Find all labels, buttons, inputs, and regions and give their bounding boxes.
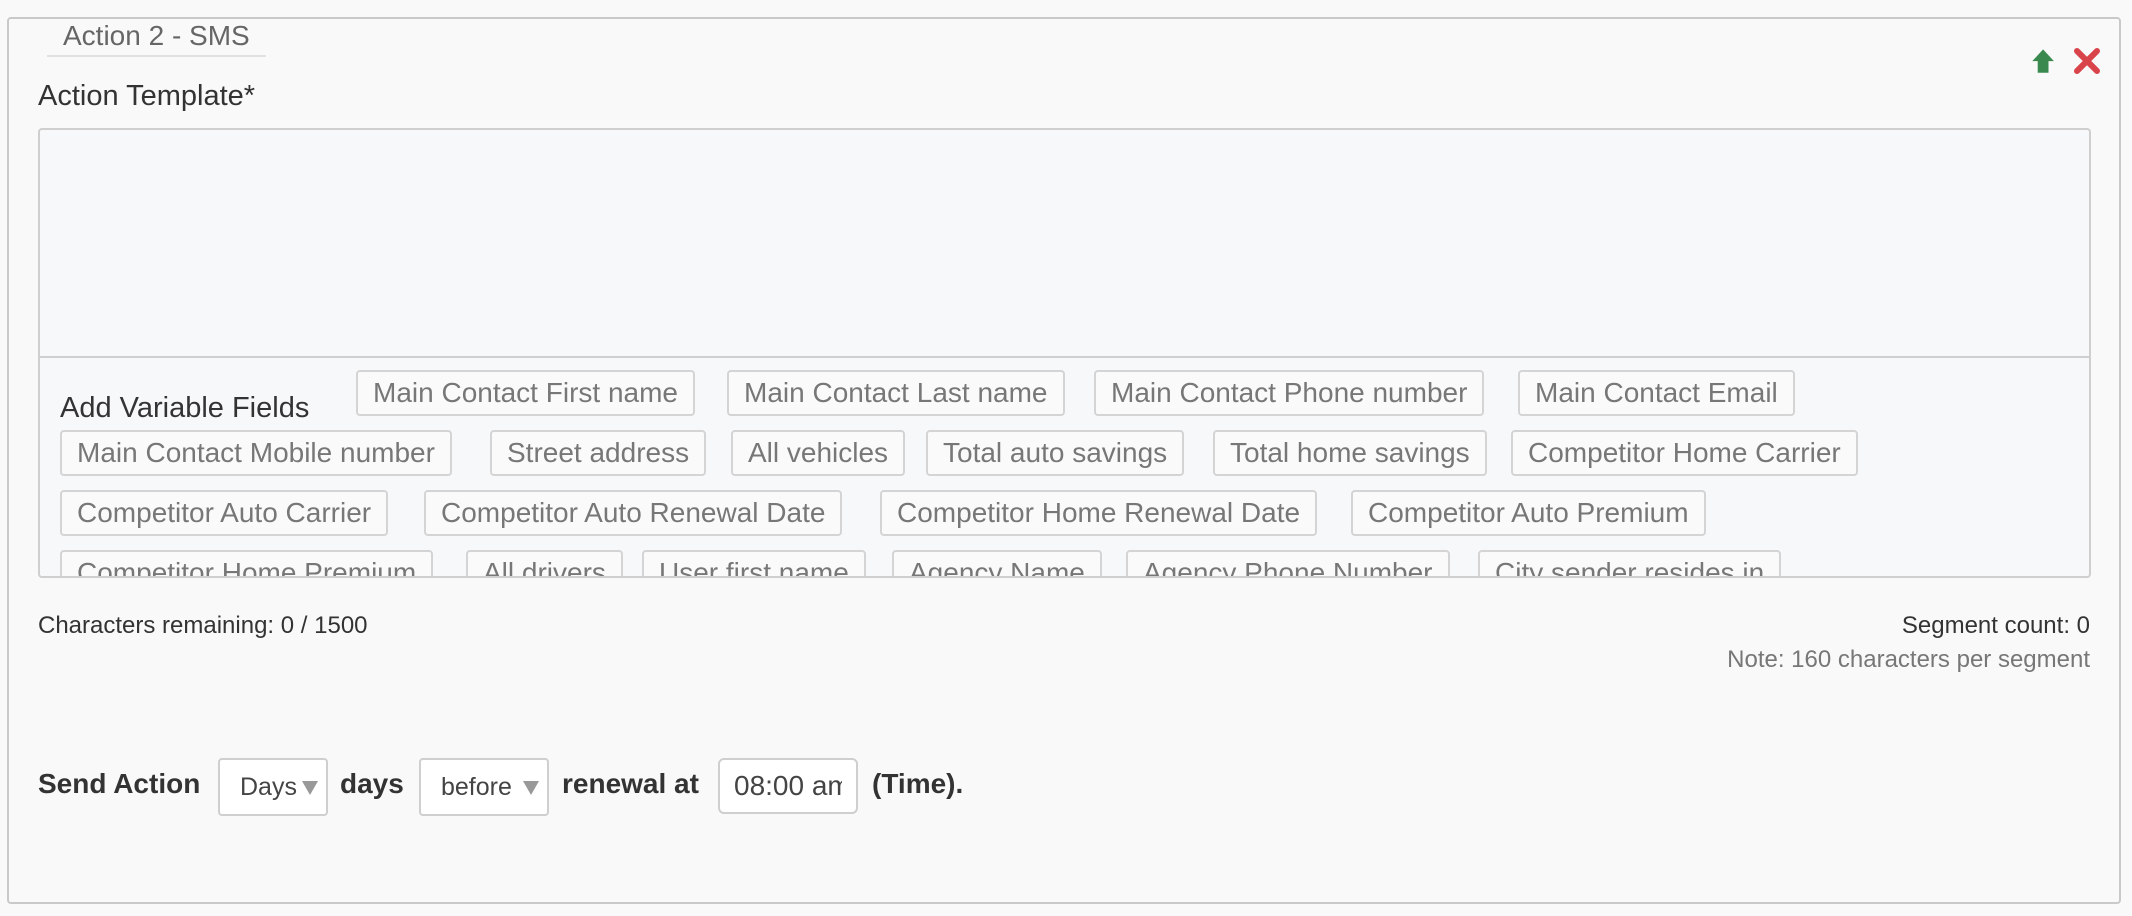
variable-chip[interactable]: Main Contact First name	[356, 370, 695, 416]
variable-fields-label: Add Variable Fields	[60, 392, 310, 424]
close-icon[interactable]	[2070, 44, 2104, 78]
variable-chip[interactable]: User first name	[642, 550, 866, 576]
segment-count: Segment count: 0	[1901, 612, 2090, 639]
variable-chip[interactable]: Competitor Home Carrier	[1511, 430, 1858, 476]
chevron-down-icon	[302, 781, 318, 795]
variable-chip[interactable]: Competitor Home Renewal Date	[880, 490, 1318, 536]
send-action-label: Send Action	[38, 768, 201, 799]
variable-chip[interactable]: Total auto savings	[926, 430, 1185, 476]
variable-chip[interactable]: Competitor Auto Renewal Date	[424, 490, 843, 536]
variable-chip[interactable]: Main Contact Email	[1518, 370, 1795, 416]
when-select-value: before	[441, 773, 512, 801]
variable-chip[interactable]: Competitor Auto Carrier	[60, 490, 389, 536]
time-suffix: (Time).	[872, 768, 964, 799]
chevron-down-icon	[523, 781, 539, 795]
variable-chip[interactable]: Total home savings	[1213, 430, 1487, 476]
variable-chip[interactable]: Main Contact Mobile number	[60, 430, 452, 476]
variable-chip[interactable]: City sender resides in	[1478, 550, 1782, 576]
variable-chip[interactable]: Main Contact Last name	[727, 370, 1065, 416]
renewal-label: renewal at	[562, 768, 699, 799]
variable-chip[interactable]: Competitor Home Premium	[60, 550, 434, 576]
variable-chip[interactable]: Agency Phone Number	[1126, 550, 1450, 576]
days-select-value: Days	[240, 773, 297, 801]
variable-chip[interactable]: All vehicles	[731, 430, 906, 476]
when-select[interactable]: before	[419, 758, 549, 816]
days-select[interactable]: Days	[218, 758, 328, 816]
days-label: days	[340, 768, 404, 799]
action-legend: Action 2 - SMS	[47, 19, 266, 57]
variable-chip[interactable]: Competitor Auto Premium	[1351, 490, 1706, 536]
template-textarea[interactable]	[40, 130, 2089, 358]
action-template-label: Action Template*	[38, 80, 256, 112]
variable-chip[interactable]: All drivers	[466, 550, 623, 576]
variable-chip[interactable]: Agency Name	[892, 550, 1102, 576]
time-input[interactable]	[718, 758, 858, 814]
template-editor: Add Variable Fields Main Contact First n…	[38, 128, 2091, 578]
variable-chip[interactable]: Main Contact Phone number	[1094, 370, 1485, 416]
variable-chip[interactable]: Street address	[490, 430, 707, 476]
segment-note: Note: 160 characters per segment	[1727, 646, 2090, 673]
characters-remaining: Characters remaining: 0 / 1500	[38, 612, 368, 639]
arrow-up-icon[interactable]	[2026, 44, 2060, 78]
